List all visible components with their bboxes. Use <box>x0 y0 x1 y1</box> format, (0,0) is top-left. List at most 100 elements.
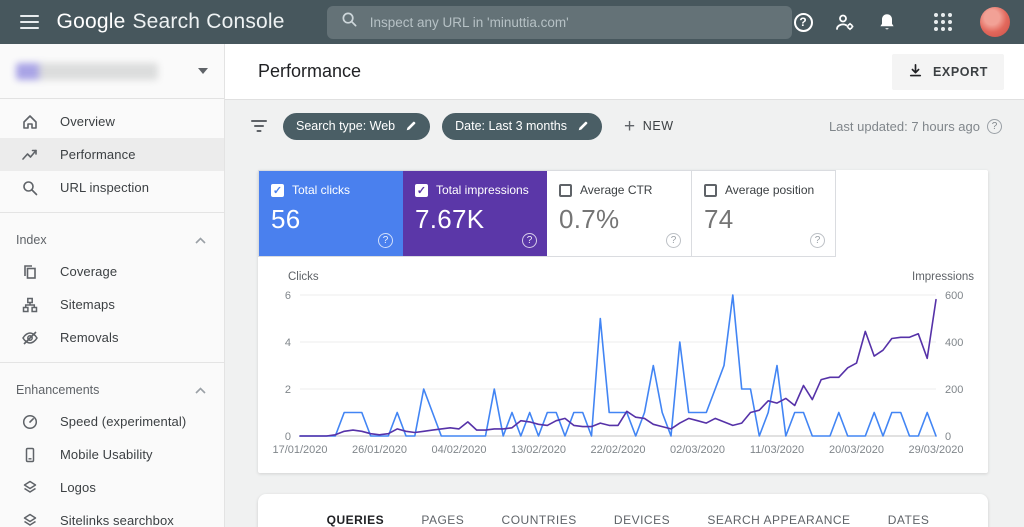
checkbox-checked-icon[interactable]: ✓ <box>271 184 284 197</box>
tab-search-appearance[interactable]: SEARCH APPEARANCE <box>707 513 850 527</box>
help-icon[interactable]: ? <box>810 233 825 248</box>
search-icon <box>341 11 358 33</box>
clicks-impressions-line-chart[interactable]: 0246020040060017/01/202026/01/202004/02/… <box>270 287 976 462</box>
checkbox-checked-icon[interactable]: ✓ <box>415 184 428 197</box>
filter-chip-date[interactable]: Date: Last 3 months <box>442 113 602 140</box>
tab-countries[interactable]: COUNTRIES <box>502 513 577 527</box>
help-icon[interactable]: ? <box>378 233 393 248</box>
sidebar-item-label: Sitelinks searchbox <box>60 513 174 527</box>
logos-icon <box>21 479 39 497</box>
edit-pencil-icon <box>577 120 589 132</box>
sidebar-item-label: Overview <box>60 114 115 129</box>
chevron-up-icon <box>195 387 206 394</box>
help-icon[interactable]: ? <box>987 119 1002 134</box>
help-icon[interactable]: ? <box>666 233 681 248</box>
section-header-index[interactable]: Index <box>0 221 224 255</box>
help-icon[interactable]: ? <box>792 11 814 33</box>
sidebar-item-mobile-usability[interactable]: Mobile Usability <box>0 438 224 471</box>
page-title: Performance <box>258 61 361 82</box>
sidebar-item-coverage[interactable]: Coverage <box>0 255 224 288</box>
sidebar-item-label: URL inspection <box>60 180 149 195</box>
help-icon[interactable]: ? <box>522 233 537 248</box>
sidebar-item-label: Removals <box>60 330 119 345</box>
tab-pages[interactable]: PAGES <box>421 513 464 527</box>
performance-icon <box>21 146 39 164</box>
metric-card-total-clicks[interactable]: ✓ Total clicks 56 ? <box>259 171 403 256</box>
home-icon <box>21 113 39 131</box>
sitemaps-icon <box>21 296 39 314</box>
svg-text:400: 400 <box>945 337 963 349</box>
download-icon <box>908 63 923 81</box>
sidebar-item-sitemaps[interactable]: Sitemaps <box>0 288 224 321</box>
sidebar: Overview Performance URL inspection Inde… <box>0 44 225 527</box>
svg-text:26/01/2020: 26/01/2020 <box>352 444 407 456</box>
sidebar-item-label: Coverage <box>60 264 117 279</box>
url-inspect-searchbar[interactable] <box>327 6 792 39</box>
dimension-tabs-panel: QUERIES PAGES COUNTRIES DEVICES SEARCH A… <box>258 494 988 527</box>
filter-bar: Search type: Web Date: Last 3 months + N… <box>225 100 1024 152</box>
notifications-bell-icon[interactable] <box>876 11 898 33</box>
main-area: Performance EXPORT Search type: Web Date… <box>225 44 1024 527</box>
sitelinks-icon <box>21 512 39 527</box>
apps-grid-icon[interactable] <box>932 11 954 33</box>
avatar[interactable] <box>980 7 1010 37</box>
speed-icon <box>21 413 39 431</box>
svg-text:20/03/2020: 20/03/2020 <box>829 444 884 456</box>
page-header: Performance EXPORT <box>225 44 1024 100</box>
metric-card-average-position[interactable]: Average position 74 ? <box>691 171 835 256</box>
svg-text:4: 4 <box>285 337 291 349</box>
coverage-icon <box>21 263 39 281</box>
checkbox-unchecked-icon[interactable] <box>704 184 717 197</box>
content-area: ✓ Total clicks 56 ? ✓ Total impressions … <box>225 152 1024 527</box>
filter-icon[interactable] <box>251 120 267 132</box>
tab-devices[interactable]: DEVICES <box>614 513 670 527</box>
sidebar-item-label: Mobile Usability <box>60 447 153 462</box>
metric-card-total-impressions[interactable]: ✓ Total impressions 7.67K ? <box>403 171 547 256</box>
svg-text:2: 2 <box>285 384 291 396</box>
property-name-blurred <box>16 63 158 80</box>
metric-card-average-ctr[interactable]: Average CTR 0.7% ? <box>547 171 691 256</box>
logo-product: Search Console <box>132 10 284 33</box>
checkbox-unchecked-icon[interactable] <box>559 184 572 197</box>
export-button[interactable]: EXPORT <box>892 54 1004 90</box>
manage-users-icon[interactable] <box>834 11 856 33</box>
svg-text:13/02/2020: 13/02/2020 <box>511 444 566 456</box>
last-updated: Last updated: 7 hours ago ? <box>829 119 1002 134</box>
svg-text:22/02/2020: 22/02/2020 <box>590 444 645 456</box>
sidebar-item-sitelinks-searchbox[interactable]: Sitelinks searchbox <box>0 504 224 527</box>
metrics-row: ✓ Total clicks 56 ? ✓ Total impressions … <box>258 170 836 257</box>
search-input[interactable] <box>370 15 778 30</box>
tab-queries[interactable]: QUERIES <box>327 513 385 527</box>
property-selector[interactable] <box>0 44 224 99</box>
new-filter-button[interactable]: + NEW <box>624 117 674 136</box>
section-header-enhancements[interactable]: Enhancements <box>0 371 224 405</box>
metric-value: 56 <box>271 204 391 235</box>
sidebar-item-label: Speed (experimental) <box>60 414 186 429</box>
left-axis-title: Clicks <box>288 271 319 283</box>
svg-text:02/03/2020: 02/03/2020 <box>670 444 725 456</box>
svg-text:200: 200 <box>945 384 963 396</box>
edit-pencil-icon <box>405 120 417 132</box>
sidebar-item-label: Sitemaps <box>60 297 115 312</box>
sidebar-item-url-inspection[interactable]: URL inspection <box>0 171 224 204</box>
sidebar-item-overview[interactable]: Overview <box>0 105 224 138</box>
right-axis-title: Impressions <box>912 271 974 283</box>
filter-chip-search-type[interactable]: Search type: Web <box>283 113 430 140</box>
sidebar-item-speed[interactable]: Speed (experimental) <box>0 405 224 438</box>
sidebar-item-removals[interactable]: Removals <box>0 321 224 354</box>
sidebar-item-label: Performance <box>60 147 136 162</box>
svg-text:600: 600 <box>945 290 963 302</box>
url-inspection-icon <box>21 179 39 197</box>
svg-text:0: 0 <box>285 431 291 443</box>
chevron-down-icon <box>198 68 208 74</box>
tab-dates[interactable]: DATES <box>888 513 930 527</box>
sidebar-item-logos[interactable]: Logos <box>0 471 224 504</box>
app-logo: GoogleSearch Console <box>57 10 285 34</box>
topbar: GoogleSearch Console ? <box>0 0 1024 44</box>
sidebar-item-performance[interactable]: Performance <box>0 138 224 171</box>
hamburger-menu-icon[interactable] <box>20 15 39 29</box>
divider <box>0 362 224 363</box>
performance-chart-panel: ✓ Total clicks 56 ? ✓ Total impressions … <box>258 170 988 473</box>
svg-text:11/03/2020: 11/03/2020 <box>750 444 804 456</box>
svg-text:29/03/2020: 29/03/2020 <box>908 444 963 456</box>
